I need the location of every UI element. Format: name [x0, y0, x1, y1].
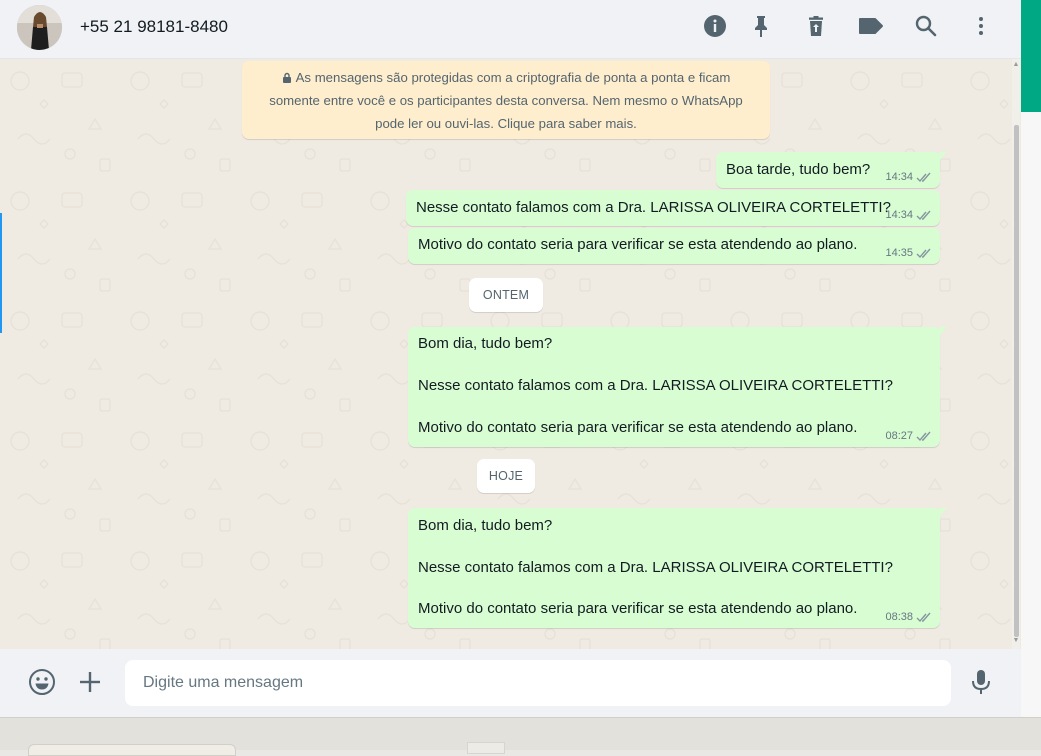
message-bubble-outgoing[interactable]: Boa tarde, tudo bem? 14:34	[716, 152, 947, 188]
conversation-panel[interactable]: As mensagens são protegidas com a cripto…	[0, 59, 1021, 649]
delete-icon[interactable]	[803, 13, 829, 39]
emoji-icon[interactable]	[26, 666, 58, 698]
label-icon[interactable]	[858, 13, 884, 39]
message-input[interactable]	[125, 660, 951, 706]
encryption-notice-line-2: somente entre você e os participantes de…	[269, 93, 743, 108]
search-icon[interactable]	[913, 13, 939, 39]
message-text-line-3: Motivo do contato seria para verificar s…	[418, 600, 858, 617]
taskbar-tab[interactable]	[467, 742, 505, 754]
message-text-line-3: Motivo do contato seria para verificar s…	[418, 419, 858, 436]
encryption-notice[interactable]: As mensagens são protegidas com a cripto…	[242, 61, 770, 139]
side-accent-bar	[1021, 0, 1041, 112]
read-receipt-icon	[916, 431, 931, 441]
bubble-tail	[939, 152, 947, 161]
bubble-tail	[939, 508, 947, 517]
date-separator-yesterday: ONTEM	[469, 278, 543, 312]
avatar[interactable]	[17, 5, 62, 50]
message-meta: 08:27	[885, 430, 932, 442]
message-bubble-outgoing[interactable]: Bom dia, tudo bem? Nesse contato falamos…	[408, 327, 947, 447]
bubble-tail	[939, 327, 947, 336]
read-receipt-icon	[916, 612, 931, 622]
message-time: 14:34	[885, 209, 913, 221]
message-bubble-outgoing[interactable]: Nesse contato falamos com a Dra. LARISSA…	[406, 190, 940, 226]
side-panel-edge	[1021, 112, 1041, 717]
encryption-notice-line-3: pode ler ou ouvi-las. Clique para saber …	[375, 116, 637, 131]
more-options-icon[interactable]	[968, 13, 994, 39]
message-bubble-outgoing[interactable]: Motivo do contato seria para verificar s…	[408, 228, 940, 264]
chat-header: +55 21 98181-8480	[0, 0, 1021, 59]
read-receipt-icon	[916, 210, 931, 220]
message-text-line-2: Nesse contato falamos com a Dra. LARISSA…	[418, 377, 893, 394]
message-text-line-2: Nesse contato falamos com a Dra. LARISSA…	[418, 559, 893, 576]
taskbar-tab[interactable]	[28, 744, 236, 756]
message-text-line-1: Bom dia, tudo bem?	[418, 517, 553, 534]
plus-icon[interactable]	[74, 666, 106, 698]
contact-name[interactable]: +55 21 98181-8480	[80, 17, 228, 37]
message-text: Nesse contato falamos com a Dra. LARISSA…	[416, 199, 891, 216]
scrollbar-thumb[interactable]	[1014, 125, 1019, 637]
message-text: Boa tarde, tudo bem?	[726, 161, 871, 178]
read-receipt-icon	[916, 172, 931, 182]
message-text-line-1: Bom dia, tudo bem?	[418, 335, 553, 352]
info-icon[interactable]	[702, 13, 728, 39]
message-text: Motivo do contato seria para verificar s…	[418, 236, 858, 253]
message-time: 08:38	[885, 611, 913, 623]
message-composer	[0, 649, 1021, 717]
date-separator-today: HOJE	[477, 459, 535, 493]
encryption-notice-line-1: As mensagens são protegidas com a cripto…	[256, 66, 756, 89]
read-receipt-icon	[916, 248, 931, 258]
whatsapp-app: +55 21 98181-8480 As mensagens são prote…	[0, 0, 1021, 717]
message-bubble-outgoing[interactable]: Bom dia, tudo bem? Nesse contato falamos…	[408, 508, 947, 628]
message-meta: 14:35	[885, 247, 932, 259]
message-meta: 08:38	[885, 611, 932, 623]
message-time: 08:27	[885, 430, 913, 442]
message-time: 14:34	[885, 171, 913, 183]
message-meta: 14:34	[885, 209, 932, 221]
microphone-icon[interactable]	[965, 666, 997, 698]
scroll-up-arrow-icon[interactable]: ▲	[1012, 61, 1020, 69]
message-meta: 14:34	[885, 171, 932, 183]
scroll-down-arrow-icon[interactable]: ▼	[1012, 637, 1020, 645]
message-time: 14:35	[885, 247, 913, 259]
pin-icon[interactable]	[748, 13, 774, 39]
lock-icon	[282, 72, 291, 83]
left-selection-edge	[0, 213, 2, 333]
